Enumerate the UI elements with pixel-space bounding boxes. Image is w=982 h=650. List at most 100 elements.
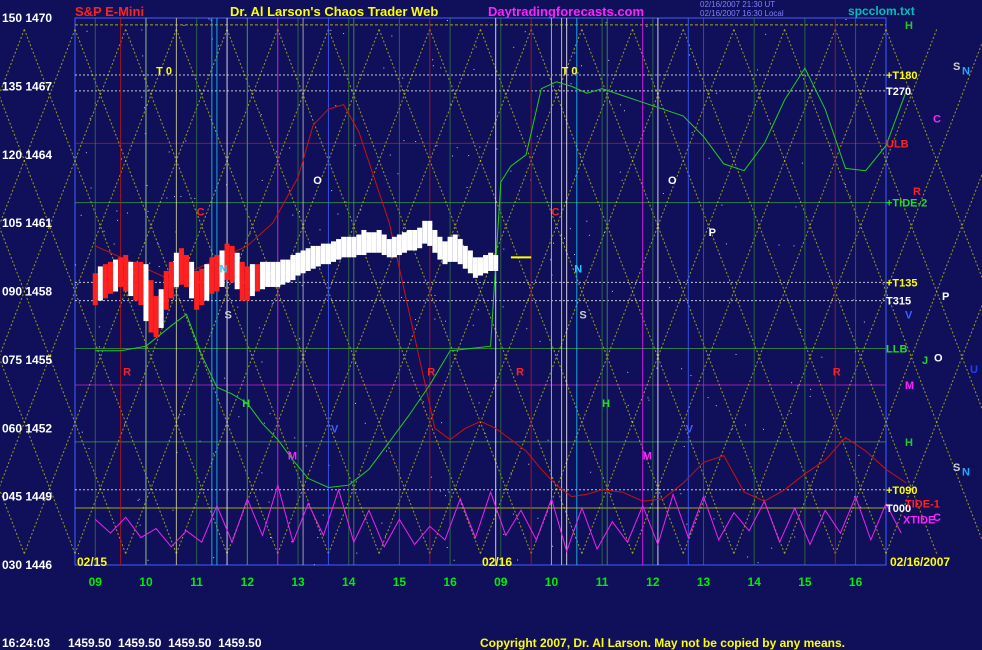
star-dot (690, 375, 692, 377)
star-dot (356, 552, 358, 554)
star-dot (573, 254, 575, 256)
star-dot (588, 234, 590, 236)
far-right-label: S (953, 462, 960, 474)
star-dot (526, 328, 528, 330)
star-dot (263, 422, 265, 424)
star-dot (845, 19, 847, 21)
star-dot (713, 518, 715, 520)
price-bar (412, 229, 418, 251)
price-bar (163, 270, 169, 310)
diagonal-grid-line (834, 172, 982, 554)
star-dot (138, 498, 140, 500)
star-dot (809, 395, 811, 397)
plot-marker-label: S (225, 309, 232, 321)
diagonal-grid-line (834, 29, 982, 411)
star-dot (299, 338, 301, 340)
star-dot (313, 564, 315, 566)
right-level-label: +TIDE-2 (886, 198, 927, 210)
price-bar (184, 255, 190, 287)
x-axis-label: 12 (646, 575, 660, 589)
price-bar (417, 227, 423, 249)
price-bar (285, 259, 291, 283)
star-dot (623, 110, 625, 112)
star-dot (605, 22, 607, 24)
star-dot (271, 303, 273, 305)
x-axis-label: 10 (545, 575, 559, 589)
star-dot (168, 151, 170, 153)
price-bar (427, 220, 433, 246)
star-dot (208, 18, 210, 20)
star-dot (436, 145, 438, 147)
price-bar (107, 261, 113, 294)
price-bar (371, 232, 377, 253)
star-dot (477, 309, 479, 311)
price-bar (376, 229, 382, 253)
star-dot (331, 190, 333, 192)
star-dot (402, 77, 404, 79)
xtide-line (94, 483, 902, 553)
price-bar (204, 264, 210, 301)
star-dot (715, 405, 717, 407)
price-bar (199, 268, 205, 306)
star-dot (158, 266, 160, 268)
y-axis-label: 105 1461 (2, 216, 52, 230)
star-dot (850, 121, 852, 123)
star-dot (656, 367, 658, 369)
star-dot (261, 472, 263, 474)
right-level-label: T270 (886, 86, 911, 98)
x-axis-label: 16 (443, 575, 457, 589)
star-dot (503, 248, 505, 250)
plot-marker-label: H (602, 398, 610, 410)
star-dot (446, 20, 448, 22)
star-dot (75, 284, 77, 286)
star-dot (294, 437, 296, 439)
star-dot (590, 471, 592, 473)
star-dot (80, 214, 82, 216)
star-dot (524, 31, 526, 33)
star-dot (552, 545, 554, 547)
x-axis-label: 12 (241, 575, 255, 589)
star-dot (771, 547, 773, 549)
star-dot (291, 541, 293, 543)
plot-marker-label: T 0 (156, 65, 172, 77)
price-bar (173, 252, 179, 287)
star-dot (430, 476, 432, 478)
chart-window: S&P E-Mini Dr. Al Larson's Chaos Trader … (0, 0, 982, 650)
star-dot (731, 428, 733, 430)
star-dot (763, 428, 765, 430)
star-dot (536, 135, 538, 137)
star-dot (800, 328, 802, 330)
star-dot (472, 324, 474, 326)
star-dot (708, 157, 710, 159)
star-dot (579, 153, 581, 155)
star-dot (510, 170, 512, 172)
x-axis-label: 10 (139, 575, 153, 589)
y-axis-label: 030 1446 (2, 558, 52, 572)
far-right-label: R (913, 186, 921, 198)
star-dot (858, 454, 860, 456)
star-dot (608, 59, 610, 61)
price-bar (189, 261, 195, 299)
x-axis-label: 09 (494, 575, 508, 589)
star-dot (268, 501, 270, 503)
price-bar (300, 250, 306, 274)
star-dot (86, 30, 88, 32)
star-dot (619, 104, 621, 106)
price-bar (254, 264, 260, 292)
star-dot (439, 490, 441, 492)
y-axis-label: 135 1467 (2, 79, 52, 93)
star-dot (681, 368, 683, 370)
price-bar (194, 270, 200, 310)
star-dot (269, 413, 271, 415)
far-right-label: J (922, 355, 928, 367)
right-level-label: TIDE-1 (905, 498, 940, 510)
price-bar (168, 261, 174, 299)
plot-marker-label: V (331, 423, 339, 435)
star-dot (139, 524, 141, 526)
star-dot (178, 416, 180, 418)
price-bar (407, 229, 413, 251)
far-right-label: P (942, 291, 949, 303)
star-dot (217, 45, 219, 47)
star-dot (721, 204, 723, 206)
star-dot (821, 356, 823, 358)
